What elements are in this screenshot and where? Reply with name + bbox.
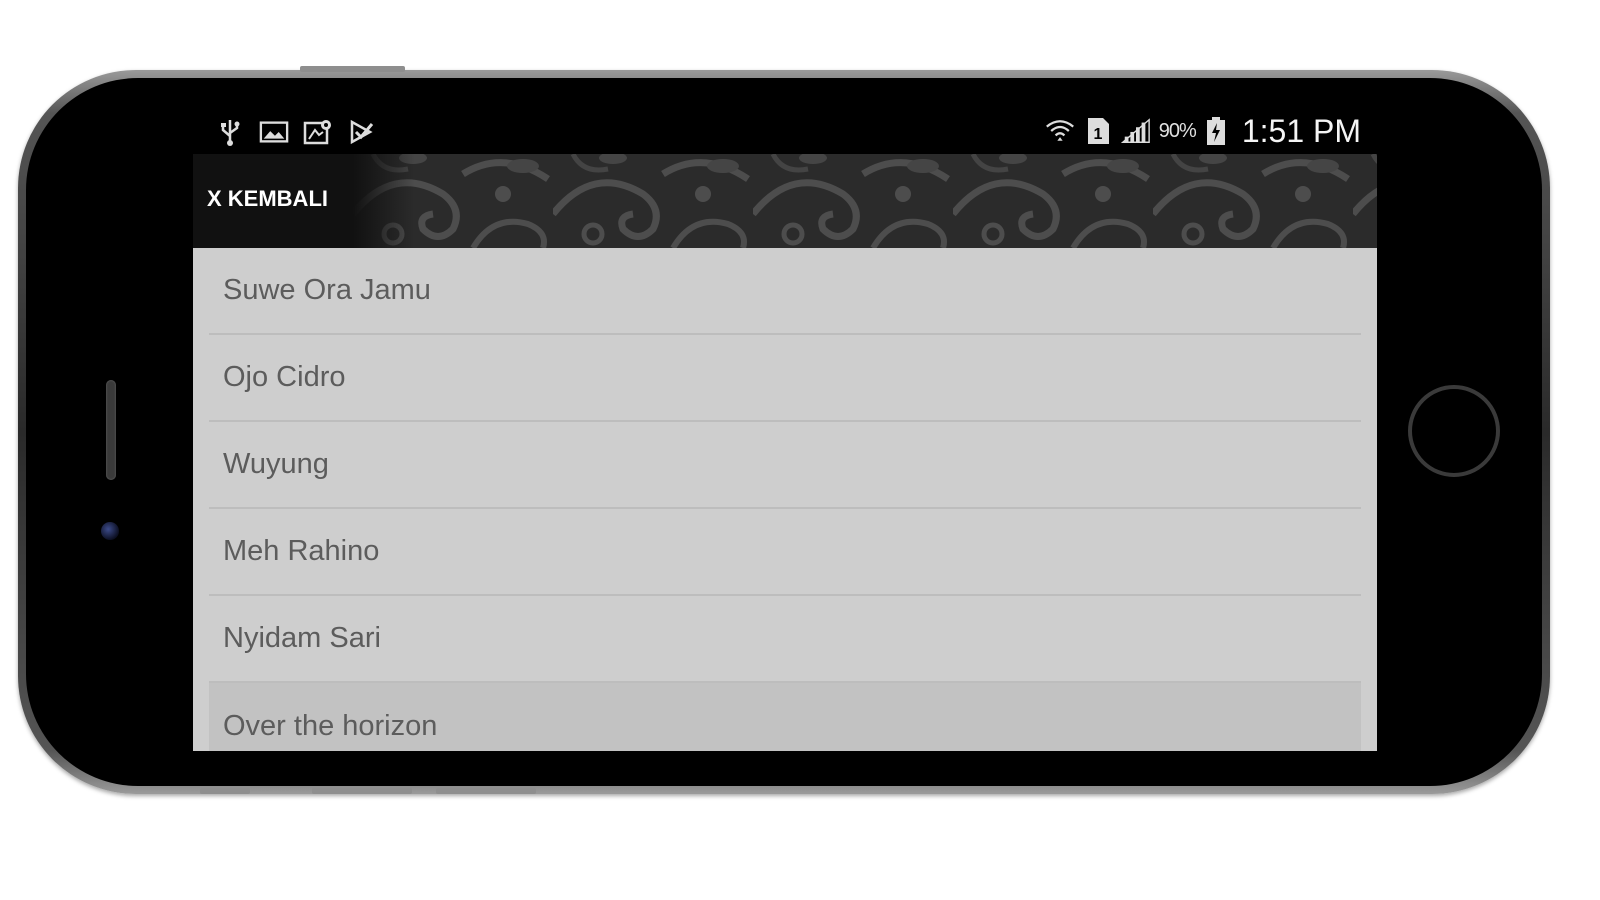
list-item-label: Wuyung	[223, 448, 329, 480]
map-icon	[303, 118, 333, 146]
back-button[interactable]: X KEMBALI	[207, 182, 328, 216]
list-item[interactable]: Meh Rahino	[209, 509, 1361, 596]
speaker-slot	[106, 380, 116, 480]
list-item-label: Suwe Ora Jamu	[223, 274, 431, 306]
usb-icon	[215, 118, 245, 146]
song-list: Suwe Ora Jamu Ojo Cidro Wuyung Meh Rahin…	[193, 248, 1377, 751]
sim-icon: 1	[1083, 117, 1113, 145]
front-camera	[101, 522, 119, 540]
list-item-label: Ojo Cidro	[223, 361, 346, 393]
svg-text:1: 1	[1093, 126, 1102, 143]
clock: 1:51 PM	[1241, 112, 1361, 149]
ornament-pattern	[353, 154, 1377, 248]
back-button-label: X KEMBALI	[207, 186, 328, 211]
list-item-label: Over the horizon	[223, 710, 438, 742]
list-item[interactable]: Wuyung	[209, 422, 1361, 509]
image-icon	[259, 118, 289, 146]
list-item[interactable]: Over the horizon	[209, 683, 1361, 751]
list-item[interactable]: Nyidam Sari	[209, 596, 1361, 683]
home-button[interactable]	[1408, 385, 1500, 477]
volume-button	[300, 66, 405, 72]
list-item-label: Meh Rahino	[223, 535, 380, 567]
list-item-label: Nyidam Sari	[223, 622, 381, 654]
battery-icon	[1204, 117, 1228, 145]
list-item[interactable]: Ojo Cidro	[209, 335, 1361, 422]
play-store-icon	[347, 118, 377, 146]
wifi-icon	[1045, 117, 1075, 145]
phone-screen: 1 90% 1:51 PM X KEMBALI Suwe Ora Jamu Oj…	[193, 108, 1377, 751]
status-bar: 1 90% 1:51 PM	[193, 108, 1377, 154]
volume-button	[200, 788, 250, 794]
volume-button	[312, 788, 412, 794]
volume-button	[436, 788, 536, 794]
signal-icon	[1120, 117, 1151, 145]
list-item[interactable]: Suwe Ora Jamu	[209, 248, 1361, 335]
action-bar: X KEMBALI	[193, 154, 1377, 248]
battery-percent: 90%	[1158, 119, 1197, 142]
